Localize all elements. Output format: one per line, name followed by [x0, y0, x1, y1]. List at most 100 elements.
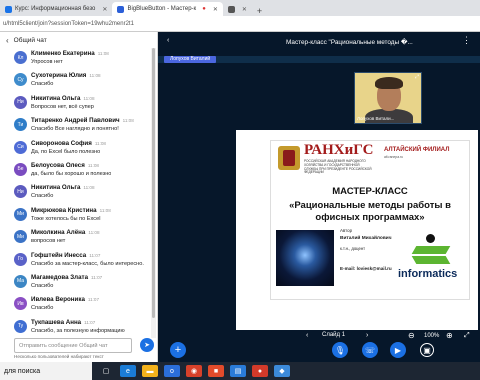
sender-name: Тукпашева Анна: [31, 318, 82, 326]
app-icon[interactable]: ●: [252, 365, 268, 377]
message-time: 11:07: [84, 319, 96, 325]
sender-name: Никитина Ольга: [31, 184, 81, 192]
message-text: Спасибо Все наглядно и понятно!: [31, 126, 119, 133]
slide-brand: РАНХиГС: [304, 142, 374, 158]
camera-button[interactable]: ▶: [390, 342, 406, 358]
close-tab-icon[interactable]: ✕: [102, 6, 107, 13]
microphone-button[interactable]: 🎙: [332, 342, 348, 358]
avatar: Ив: [14, 297, 27, 311]
message-time: 11:08: [88, 230, 100, 236]
message-text: Тоже хотелось бы по Excel: [31, 215, 101, 222]
sender-name: Ивлева Вероника: [31, 296, 85, 304]
task-view-icon[interactable]: ▢: [98, 365, 114, 377]
chat-header[interactable]: ‹ Общий чат: [0, 32, 157, 48]
emblem-icon: [278, 146, 300, 170]
options-menu-icon[interactable]: ⋮: [462, 35, 471, 46]
chrome-icon[interactable]: ◉: [186, 365, 202, 377]
presenter-name-label[interactable]: Лопухов Виталий: [164, 56, 217, 63]
address-text: u/html5client/join?sessionToken=19whu2me…: [3, 20, 134, 27]
message-text: Спасибо: [31, 81, 54, 88]
sender-name: Сиворонова София: [31, 139, 92, 147]
store-icon[interactable]: ▤: [230, 365, 246, 377]
message-time: 11:08: [89, 73, 101, 79]
chevron-left-icon[interactable]: ‹: [6, 36, 9, 45]
next-slide-icon[interactable]: ›: [366, 332, 368, 339]
chat-message: Су Сухотерина Юлия 11:08 Спасибо: [0, 70, 150, 92]
logo-arrow-top: [411, 246, 451, 254]
send-message-button[interactable]: ➤: [140, 338, 154, 352]
sender-name: Микрюкова Кристина: [31, 206, 97, 214]
typing-indicator: Несколько пользователей набирают текст: [14, 354, 104, 359]
browser-tab-course[interactable]: Курс: Информационная безо ✕: [0, 2, 112, 16]
fit-to-width-icon[interactable]: ⤢: [464, 332, 470, 340]
chat-message: Ту Тукпашева Анна 11:07 Спасибо, за полезну…: [0, 317, 150, 338]
slide-branch: АЛТАЙСКИЙ ФИЛИАЛ: [384, 147, 450, 153]
avatar: Ни: [14, 95, 27, 109]
chat-message-body: Тукпашева Анна 11:07 Спасибо, за полезную …: [31, 319, 125, 335]
avatar: Го: [14, 252, 27, 266]
message-text: Спасибо: [31, 305, 54, 312]
outlook-icon[interactable]: o: [164, 365, 180, 377]
chat-message: Ни Никитина Ольга 11:08 Вопросов нет, всё с…: [0, 93, 150, 115]
chat-message: Ми Микрюкова Кристина 11:08 Тоже хотелось б…: [0, 205, 150, 227]
message-text: да, было бы хорошо и полезно: [31, 170, 112, 177]
slide-email: E-mail: loviesk@mail.ru: [340, 266, 392, 271]
logo-dot: [426, 234, 435, 243]
sender-name: Титаренко Андрей Павлович: [31, 117, 120, 125]
informatics-logo-icon: [411, 234, 451, 264]
zoom-in-icon[interactable]: ⊕: [446, 332, 453, 340]
chat-message: Бе Белоусова Олеся 11:08 да, было бы хорошо…: [0, 160, 150, 182]
users-list-icon[interactable]: ‹: [167, 37, 169, 44]
chat-message: Ти Титаренко Андрей Павлович 11:08 Спасибо …: [0, 115, 150, 137]
chat-message: Си Сиворонова София 11:08 Да, по Excel было…: [0, 138, 150, 160]
folder-icon[interactable]: ▬: [142, 365, 158, 377]
slide-subheading: «Рациональные методы работы в офисных пр…: [289, 200, 451, 223]
fullscreen-icon[interactable]: ⤢: [415, 74, 419, 80]
chat-message-body: Клименко Екатерина 11:08 Упросов нет: [31, 50, 109, 66]
close-tab-icon[interactable]: ✕: [213, 6, 218, 13]
message-time: 11:08: [83, 185, 95, 191]
site-favicon-icon: [227, 5, 235, 13]
new-tab-button[interactable]: +: [252, 6, 267, 16]
chat-message-body: Микрюкова Кристина 11:08 Тоже хотелось бы …: [31, 207, 111, 223]
tab-label: BigBlueButton - Мастер-к: [127, 6, 197, 12]
chat-message-input[interactable]: Отправить сообщение Общий чат: [14, 338, 132, 353]
zoom-out-icon[interactable]: ⊖: [408, 332, 415, 340]
sender-name: Гофштейн Инесса: [31, 251, 87, 259]
app2-icon[interactable]: ◆: [274, 365, 290, 377]
slide-author-label: Автор: [340, 228, 353, 233]
message-time: 11:07: [87, 297, 100, 303]
chat-message-list: Кл Клименко Екатерина 11:08 Упросов нет Су Су…: [0, 48, 150, 338]
sender-name: Клименко Екатерина: [31, 50, 95, 57]
actions-plus-button[interactable]: +: [170, 342, 186, 358]
message-text: Спасибо: [31, 282, 54, 289]
address-bar[interactable]: u/html5client/join?sessionToken=19whu2me…: [0, 16, 480, 32]
screen-share-button[interactable]: ▣: [420, 343, 434, 357]
slide-heading: МАСТЕР-КЛАСС: [332, 186, 408, 197]
chat-message: Ми Миколкина Алёна 11:08 вопросов нет: [0, 227, 150, 249]
webcam-user-label: Лопухов Витали...: [357, 116, 395, 121]
office-icon[interactable]: ■: [208, 365, 224, 377]
browser-tab-extra[interactable]: ✕: [223, 2, 252, 16]
slide-selector[interactable]: Слайд 1: [322, 332, 345, 338]
previous-slide-icon[interactable]: ‹: [306, 332, 308, 339]
chat-title: Общий чат: [13, 36, 47, 44]
avatar: Ми: [14, 230, 27, 244]
browser-tab-bbb[interactable]: BigBlueButton - Мастер-к ● ✕: [112, 2, 223, 16]
audio-phone-button[interactable]: ☏: [362, 342, 378, 358]
webcam-video[interactable]: ⤢ Лопухов Витали...: [354, 72, 422, 124]
chat-message: Ни Никитина Ольга 11:08 Спасибо: [0, 182, 150, 204]
sender-name: Белоусова Олеся: [31, 161, 85, 169]
message-text: Спасибо: [31, 193, 54, 200]
slide-globe-image: [276, 230, 334, 286]
scrollbar-thumb[interactable]: [152, 48, 155, 318]
browser-tab-bar: Курс: Информационная безо ✕ BigBlueButto…: [0, 0, 480, 16]
chat-scrollbar[interactable]: [151, 48, 156, 338]
windows-taskbar: для поиска ▢ e ▬ o ◉ ■ ▤ ● ◆: [0, 362, 480, 380]
message-text: Упросов нет: [31, 59, 63, 65]
close-tab-icon[interactable]: ✕: [242, 6, 247, 13]
taskbar-search-box[interactable]: для поиска: [0, 362, 92, 380]
chat-message-body: Гофштейн Инесса 11:07 Спасибо за мастер-кл…: [31, 252, 144, 268]
message-time: 11:08: [99, 207, 111, 213]
edge-icon[interactable]: e: [120, 365, 136, 377]
